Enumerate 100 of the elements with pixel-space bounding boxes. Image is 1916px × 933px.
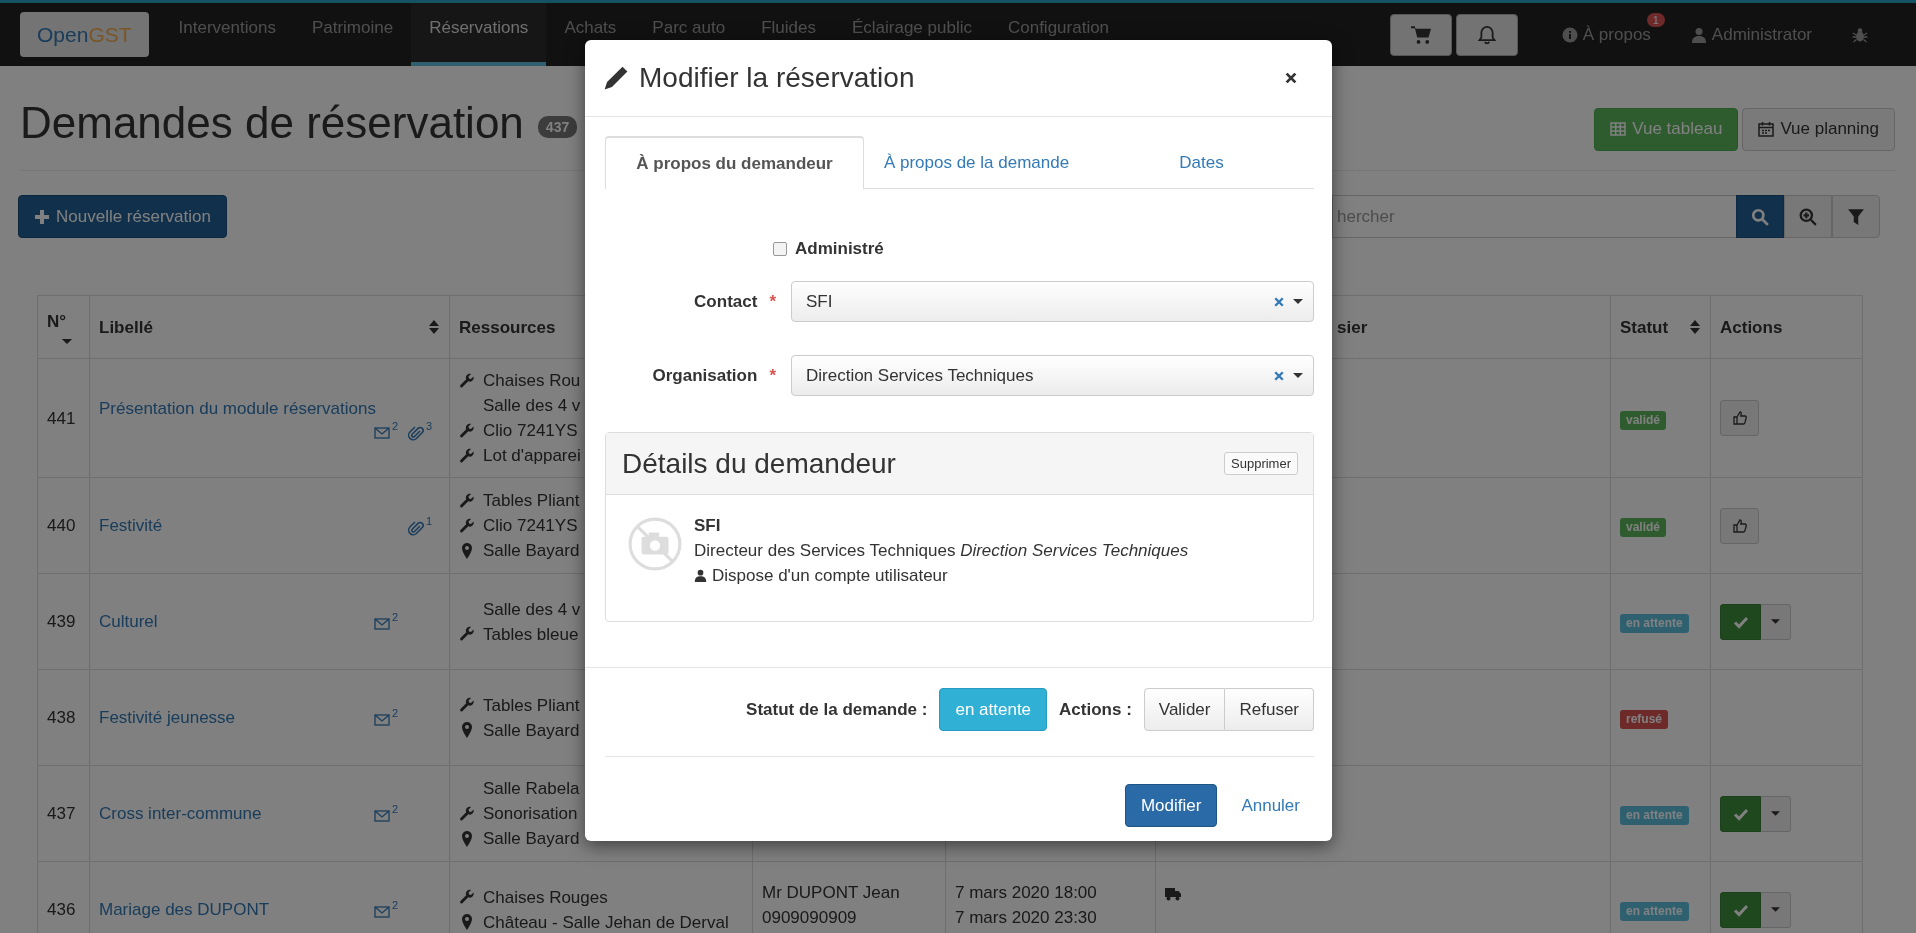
reservation-link[interactable]: Mariage des DUPONT bbox=[99, 897, 270, 922]
validate-button[interactable] bbox=[1720, 891, 1761, 928]
account-note: Dispose d'un compte utilisateur bbox=[712, 565, 948, 587]
action-button[interactable]: Valider bbox=[1143, 688, 1226, 731]
tab[interactable]: À propos de la demande bbox=[864, 136, 1089, 188]
wrench-icon bbox=[459, 492, 475, 509]
cancel-link[interactable]: Annuler bbox=[1227, 795, 1314, 816]
approve-button[interactable] bbox=[1720, 507, 1759, 544]
delete-button[interactable]: Supprimer bbox=[1224, 452, 1298, 475]
caret-icon bbox=[1771, 811, 1780, 816]
plus-icon bbox=[34, 208, 50, 225]
field-label: Contact bbox=[694, 291, 758, 312]
column-header[interactable]: Libellé bbox=[99, 314, 153, 340]
no-photo-icon bbox=[628, 517, 682, 571]
select-field[interactable]: SFI bbox=[791, 281, 1314, 322]
reservation-link[interactable]: Culturel bbox=[99, 609, 158, 634]
resource-name: Chaises Rou bbox=[483, 370, 581, 392]
caret-icon bbox=[1293, 373, 1303, 378]
resource-name: Salle Bayard bbox=[483, 540, 580, 562]
user-icon bbox=[694, 569, 707, 582]
dropdown-toggle[interactable] bbox=[1761, 891, 1791, 928]
info-icon bbox=[1561, 26, 1578, 43]
status-badge: en attente bbox=[939, 688, 1048, 731]
actions-label: Actions : bbox=[1059, 699, 1132, 720]
filter-button[interactable] bbox=[1832, 195, 1880, 238]
date-text: 7 mars 2020 18:00 bbox=[955, 882, 1098, 904]
dropdown-toggle[interactable] bbox=[1761, 603, 1791, 640]
user-menu[interactable]: Administrator bbox=[1711, 24, 1812, 45]
contact-text: 0909090909 bbox=[762, 907, 858, 929]
required-mark: * bbox=[769, 291, 776, 312]
column-header: sier bbox=[1337, 316, 1368, 339]
reservation-link[interactable]: Présentation du module réservations bbox=[99, 395, 376, 421]
search-icon bbox=[1751, 207, 1769, 226]
row-number: 441 bbox=[47, 408, 76, 428]
resource-name: Salle des 4 v bbox=[483, 395, 581, 417]
notification-badge: 1 bbox=[1646, 12, 1665, 27]
approve-button[interactable] bbox=[1720, 400, 1759, 436]
validate-button[interactable] bbox=[1720, 603, 1761, 640]
reservation-link[interactable]: Festivité bbox=[99, 513, 163, 538]
clear-icon bbox=[1273, 369, 1285, 382]
bell-icon bbox=[1476, 24, 1497, 45]
status-badge: validé bbox=[1620, 518, 1667, 537]
column-header[interactable]: N° bbox=[47, 309, 67, 334]
wrench-icon bbox=[459, 697, 475, 713]
bug-icon bbox=[1852, 27, 1868, 43]
envelope-icon bbox=[372, 903, 392, 920]
reservation-link[interactable]: Cross inter-commune bbox=[99, 801, 262, 826]
checkbox[interactable] bbox=[773, 242, 787, 256]
view-button[interactable]: Vue tableau bbox=[1594, 107, 1739, 151]
resource-name: Tables bleue bbox=[483, 623, 579, 646]
nav-item[interactable]: Réservations bbox=[411, 3, 547, 66]
close-icon bbox=[1284, 71, 1298, 85]
advanced-search-button[interactable] bbox=[1784, 195, 1832, 238]
column-header[interactable]: Statut bbox=[1620, 314, 1669, 340]
resource-name: Clio 7241YS bbox=[483, 420, 578, 442]
calendar-icon bbox=[1758, 121, 1775, 137]
row-number: 436 bbox=[47, 900, 76, 919]
wrench-icon bbox=[459, 422, 475, 439]
search-button[interactable] bbox=[1736, 195, 1784, 238]
nav-item[interactable]: Interventions bbox=[160, 3, 294, 66]
tab[interactable]: Dates bbox=[1089, 136, 1314, 188]
message-count: 2 bbox=[392, 420, 399, 432]
logo[interactable]: OpenGST bbox=[20, 12, 149, 57]
cart-button[interactable] bbox=[1389, 13, 1452, 56]
validate-button[interactable] bbox=[1720, 795, 1761, 832]
nav-item[interactable]: Patrimoine bbox=[293, 3, 412, 66]
requester-role: Directeur des Services Techniques Direction Services Techniques bbox=[694, 540, 1189, 562]
thumbs-up-icon bbox=[1731, 410, 1748, 426]
new-reservation-button[interactable]: Nouvelle réservation bbox=[18, 195, 227, 238]
resource-name: Tables Pliant bbox=[483, 694, 580, 717]
sort-icon bbox=[428, 319, 440, 335]
envelope-icon bbox=[372, 615, 392, 632]
wrench-icon bbox=[459, 517, 475, 534]
view-button[interactable]: Vue planning bbox=[1742, 107, 1895, 151]
resource-name: Chaises Rouges bbox=[483, 886, 608, 909]
row-number: 439 bbox=[47, 612, 76, 631]
submit-button[interactable]: Modifier bbox=[1124, 784, 1218, 827]
attachment-count: 3 bbox=[426, 420, 433, 432]
resource-name: Salle Bayard bbox=[483, 719, 580, 742]
message-count: 2 bbox=[392, 611, 399, 623]
dialog-title: Modifier la réservation bbox=[639, 62, 915, 94]
envelope-icon bbox=[372, 711, 392, 728]
sort-descending-icon bbox=[61, 338, 73, 345]
reservation-link[interactable]: Festivité jeunesse bbox=[99, 705, 236, 730]
notifications-button[interactable] bbox=[1455, 13, 1518, 56]
map-pin-icon bbox=[459, 542, 475, 559]
dropdown-toggle[interactable] bbox=[1761, 795, 1791, 832]
filter-icon bbox=[1847, 207, 1865, 226]
select-field[interactable]: Direction Services Techniques bbox=[791, 355, 1314, 396]
action-button[interactable]: Refuser bbox=[1225, 688, 1314, 731]
zoom-in-icon bbox=[1799, 207, 1817, 226]
resource-name: Tables Pliant bbox=[483, 490, 580, 512]
resource-name: Sonorisation bbox=[483, 803, 578, 825]
resource-name: Château - Salle Jehan de Derval bbox=[483, 911, 729, 933]
envelope-icon bbox=[372, 807, 392, 824]
attachment-count: 1 bbox=[426, 515, 433, 527]
thumbs-up-icon bbox=[1731, 517, 1748, 534]
tab[interactable]: À propos du demandeur bbox=[605, 136, 864, 189]
required-mark: * bbox=[769, 365, 776, 386]
about-link[interactable]: À propos bbox=[1582, 24, 1651, 45]
